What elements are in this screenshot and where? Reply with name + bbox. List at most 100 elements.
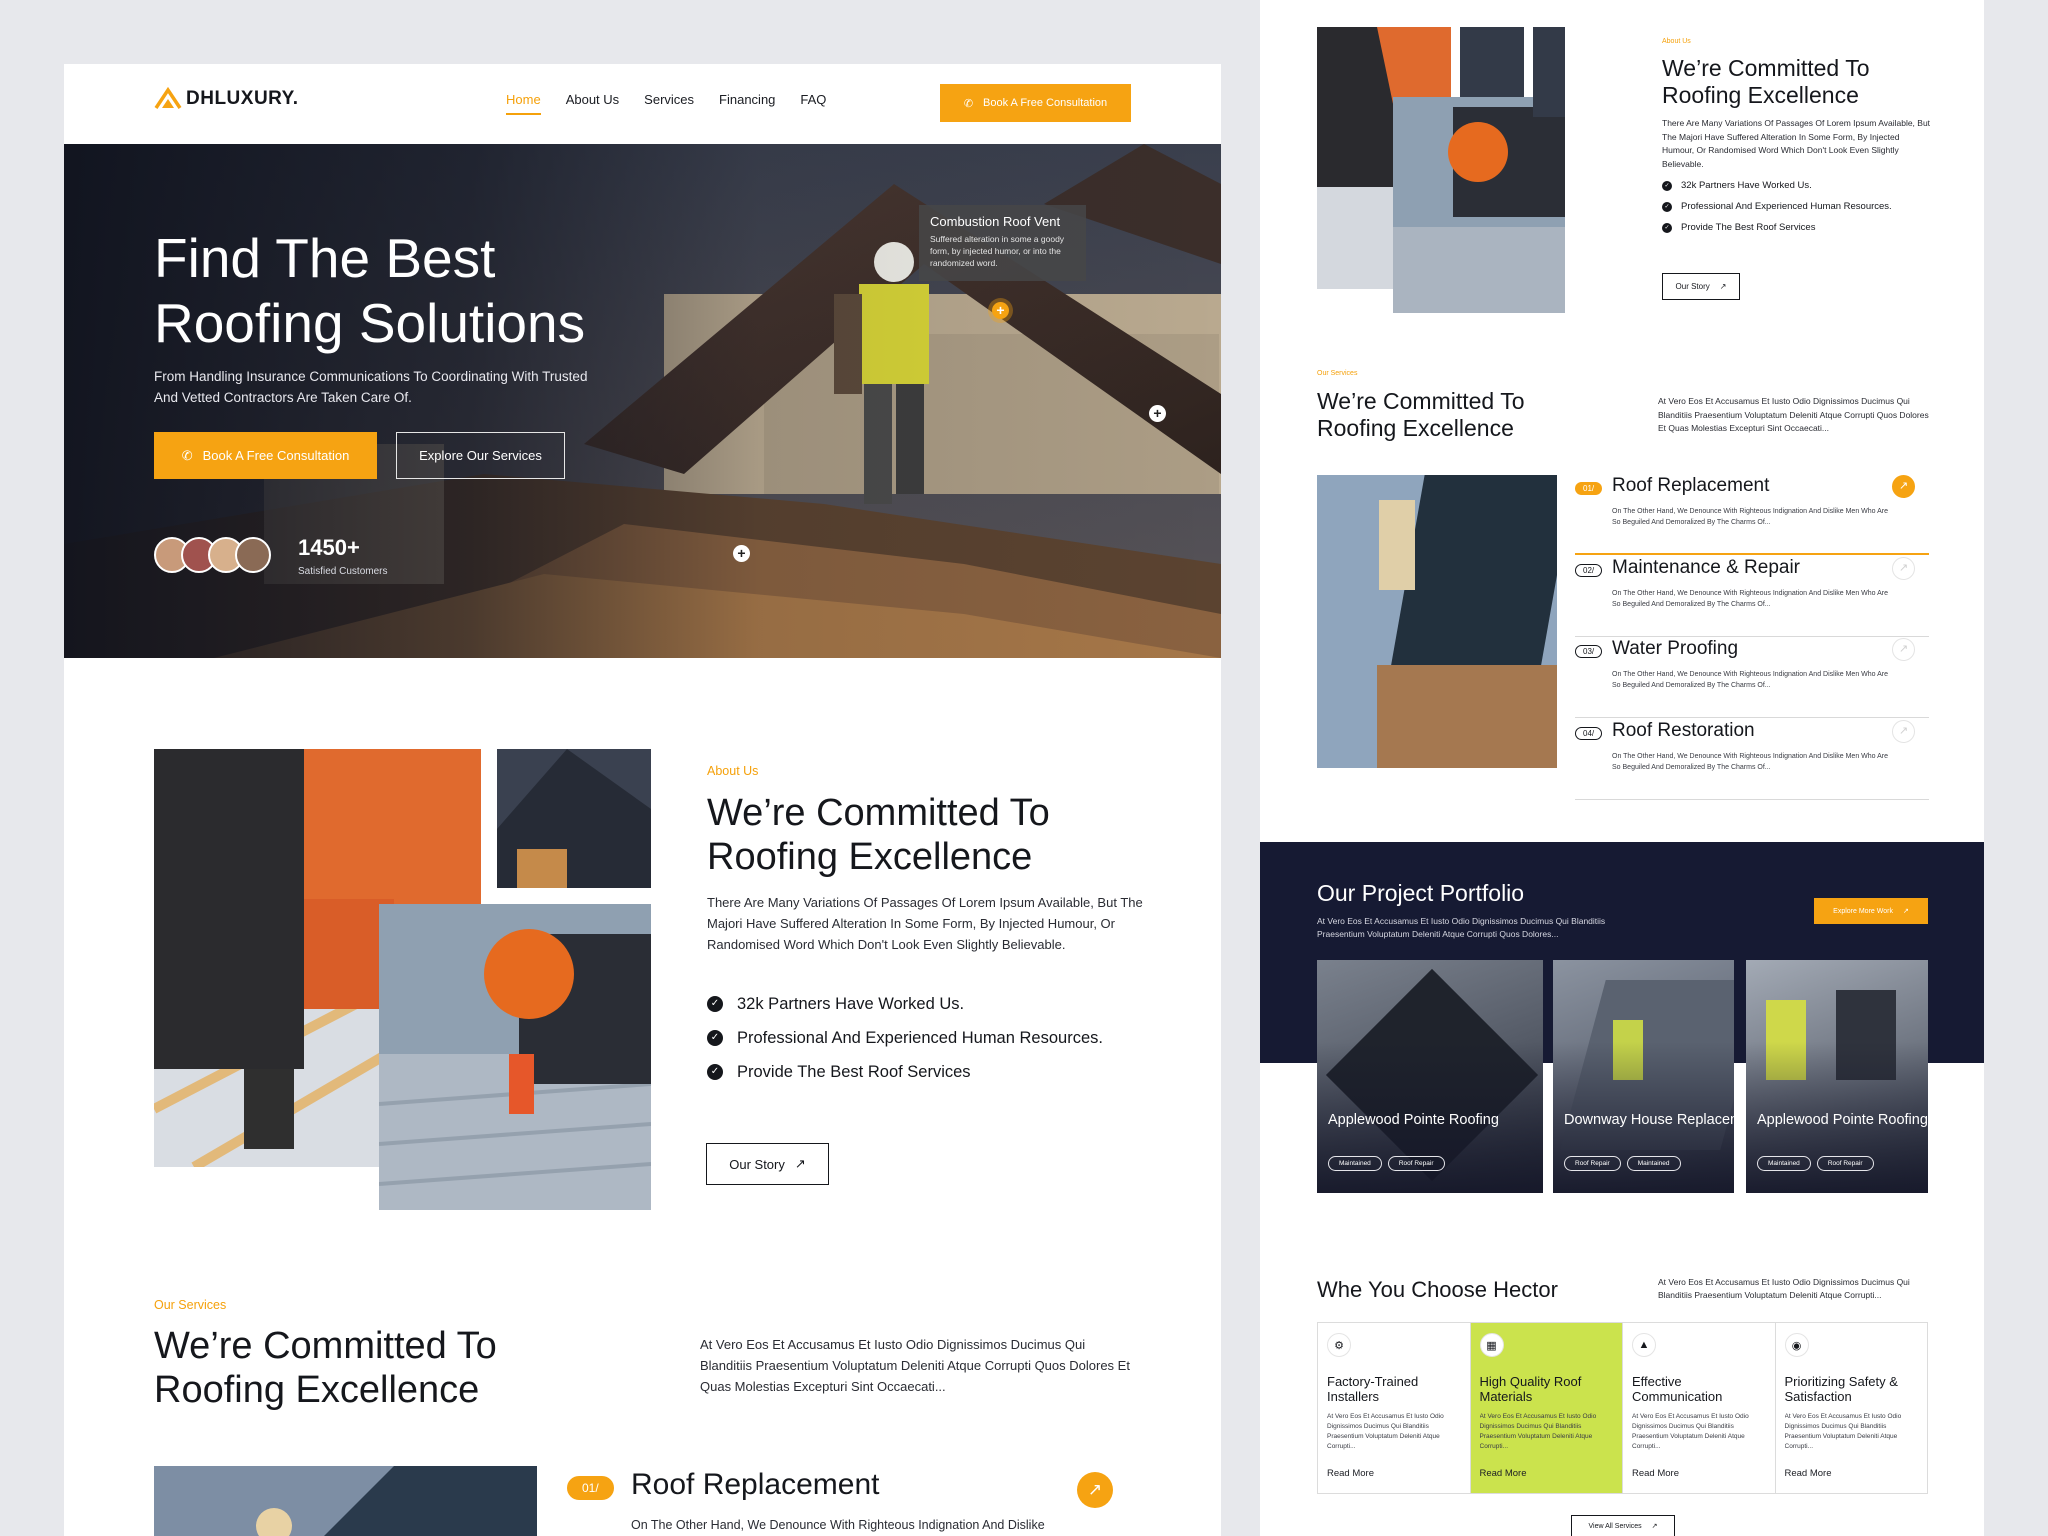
list-item: ✓ 32k Partners Have Worked Us. xyxy=(707,994,1147,1014)
graduation-cap-icon: ▲ xyxy=(1632,1333,1656,1357)
service-item-maintenance[interactable]: 02/ Maintenance & Repair ↗ On The Other … xyxy=(1575,557,1929,637)
services-title: We’re Committed To Roofing Excellence xyxy=(154,1325,497,1411)
desktop-page-preview: DHLUXURY. Home About Us Services Financi… xyxy=(64,64,1221,1536)
right-services-title: We’re Committed To Roofing Excellence xyxy=(1317,388,1525,441)
feature-title: Effective Communication xyxy=(1632,1374,1723,1404)
book-consultation-label: Book A Free Consultation xyxy=(983,97,1108,109)
hotspot-plus-icon[interactable]: + xyxy=(733,545,750,562)
portfolio-description: At Vero Eos Et Accusamus Et Iusto Odio D… xyxy=(1317,916,1606,939)
service-text: On The Other Hand, We Denounce With Righ… xyxy=(1612,590,1889,608)
service-item-water-proofing[interactable]: 03/ Water Proofing ↗ On The Other Hand, … xyxy=(1575,638,1929,718)
arrow-up-right-icon[interactable]: ↗ xyxy=(1892,638,1915,661)
project-tag: Roof Repair xyxy=(1816,1156,1874,1171)
our-story-button[interactable]: Our Story ↗ xyxy=(706,1143,829,1185)
roof-tile-photo xyxy=(154,1466,537,1536)
nav-item-about[interactable]: About Us xyxy=(566,92,619,115)
read-more-link[interactable]: Read More xyxy=(1632,1468,1679,1479)
right-about-title: We’re Committed To Roofing Excellence xyxy=(1662,55,1870,108)
customer-avatars xyxy=(154,537,271,573)
view-all-services-button[interactable]: View All Services ↗ xyxy=(1571,1515,1675,1536)
arrow-up-right-icon[interactable]: ↗ xyxy=(1892,720,1915,743)
service-text: On The Other Hand, We Denounce With Righ… xyxy=(1612,671,1889,689)
list-item: ✓ Professional And Experienced Human Reso… xyxy=(707,1028,1147,1048)
avatar xyxy=(235,537,271,573)
about-points: ✓ 32k Partners Have Worked Us. ✓ Professio… xyxy=(707,994,1147,1096)
drill-worker-photo xyxy=(379,904,651,1210)
nav-item-faq[interactable]: FAQ xyxy=(800,92,826,115)
services-tag: Our Services xyxy=(154,1298,227,1312)
feature-title: Factory-Trained Installers xyxy=(1327,1374,1419,1404)
project-card[interactable]: Applewood Pointe Roofing Maintained Roof… xyxy=(1746,960,1928,1193)
right-services-description: At Vero Eos Et Accusamus Et Iusto Odio D… xyxy=(1658,396,1929,433)
arrow-up-right-icon[interactable]: ↗ xyxy=(1892,557,1915,580)
right-services-photo xyxy=(1317,475,1557,768)
feature-card: ◉ Prioritizing Safety & Satisfaction At … xyxy=(1776,1323,1928,1493)
hero-book-consultation-label: Book A Free Consultation xyxy=(202,448,350,463)
our-story-label: Our Story xyxy=(729,1156,785,1172)
list-item: ✓ Provide The Best Roof Services xyxy=(707,1062,1147,1082)
right-drill-photo xyxy=(1393,97,1565,313)
installer-icon: ⚙ xyxy=(1327,1333,1351,1357)
read-more-link[interactable]: Read More xyxy=(1785,1468,1832,1479)
dark-roof-photo xyxy=(497,749,651,888)
services-description: At Vero Eos Et Accusamus Et Iusto Odio D… xyxy=(700,1337,1130,1394)
arrow-up-right-icon: ↗ xyxy=(1719,282,1727,291)
service-number: 02/ xyxy=(1575,564,1603,577)
nav-links: Home About Us Services Financing FAQ xyxy=(506,92,826,115)
service-item-roof-replacement[interactable]: 01/ Roof Replacement ↗ On The Other Hand… xyxy=(1575,475,1929,555)
service-item-roof-restoration[interactable]: 04/ Roof Restoration ↗ On The Other Hand… xyxy=(1575,720,1929,800)
point-text: Professional And Experienced Human Resou… xyxy=(1681,201,1892,212)
hotspot-plus-icon[interactable]: + xyxy=(1149,405,1166,422)
service-number: 01/ xyxy=(567,1476,614,1500)
nav-item-financing[interactable]: Financing xyxy=(719,92,775,115)
right-about-tag: About Us xyxy=(1662,38,1691,45)
check-icon: ✓ xyxy=(707,996,723,1012)
read-more-link[interactable]: Read More xyxy=(1327,1468,1374,1479)
photo-worker-shape xyxy=(1379,500,1415,590)
explore-services-button[interactable]: Explore Our Services xyxy=(396,432,565,479)
feature-text: At Vero Eos Et Accusamus Et Iusto Odio D… xyxy=(1632,1413,1749,1450)
explore-more-work-button[interactable]: Explore More Work ↗ xyxy=(1814,898,1928,924)
why-choose-description: At Vero Eos Et Accusamus Et Iusto Odio D… xyxy=(1658,1277,1910,1300)
phone-icon: ✆ xyxy=(181,447,193,463)
check-icon: ✓ xyxy=(707,1064,723,1080)
hero-title: Find The Best Roofing Solutions xyxy=(154,227,586,354)
service-name: Roof Replacement xyxy=(631,1468,880,1501)
arrow-up-right-icon: ↗ xyxy=(1651,1523,1658,1530)
arrow-up-right-icon[interactable]: ↗ xyxy=(1077,1472,1113,1508)
photo-helmet-shape xyxy=(1448,122,1508,182)
tablet-page-preview: About Us We’re Committed To Roofing Exce… xyxy=(1260,0,1984,1536)
project-tag: Maintained xyxy=(1626,1156,1681,1171)
right-services-tag: Our Services xyxy=(1317,370,1358,377)
service-number: 03/ xyxy=(1575,645,1603,658)
customer-label: Satisfied Customers xyxy=(298,566,388,577)
right-roof-photo xyxy=(1533,27,1565,117)
arrow-up-right-icon[interactable]: ↗ xyxy=(1892,475,1915,498)
list-item: ✓ Professional And Experienced Human Reso… xyxy=(1662,201,1932,213)
brand-name: DHLUXURY. xyxy=(186,88,299,109)
about-photo-roof xyxy=(497,749,651,888)
nav-item-home[interactable]: Home xyxy=(506,92,541,115)
materials-icon: ▦ xyxy=(1479,1333,1504,1357)
service-text: On The Other Hand, We Denounce With Righ… xyxy=(1612,753,1889,771)
project-card[interactable]: Downway House Replacement Roof Repair Ma… xyxy=(1553,960,1734,1193)
read-more-link[interactable]: Read More xyxy=(1480,1468,1527,1479)
book-consultation-button[interactable]: ✆ Book A Free Consultation xyxy=(940,84,1131,122)
brand-logo[interactable]: DHLUXURY. xyxy=(154,86,299,112)
check-icon: ✓ xyxy=(1662,181,1672,191)
right-our-story-button[interactable]: Our Story ↗ xyxy=(1662,273,1740,300)
project-card[interactable]: Applewood Pointe Roofing Maintained Roof… xyxy=(1317,960,1543,1193)
hero-book-consultation-button[interactable]: ✆ Book A Free Consultation xyxy=(154,432,377,479)
roof-vent-tooltip: Combustion Roof Vent Suffered alteration… xyxy=(919,205,1086,281)
safety-badge-icon: ◉ xyxy=(1784,1333,1809,1357)
hero-subtitle: From Handling Insurance Communications T… xyxy=(154,369,588,405)
arrow-up-right-icon: ↗ xyxy=(794,1156,806,1171)
right-about-text: There Are Many Variations Of Passages Of… xyxy=(1662,118,1931,169)
feature-title: Prioritizing Safety & Satisfaction xyxy=(1784,1374,1898,1404)
project-tags: Roof Repair Maintained xyxy=(1564,1156,1681,1171)
check-icon: ✓ xyxy=(707,1030,723,1046)
feature-text: At Vero Eos Et Accusamus Et Iusto Odio D… xyxy=(1327,1413,1444,1450)
hotspot-active-icon[interactable]: + xyxy=(992,302,1009,319)
photo-scaffold-shape xyxy=(1377,665,1557,768)
nav-item-services[interactable]: Services xyxy=(644,92,694,115)
